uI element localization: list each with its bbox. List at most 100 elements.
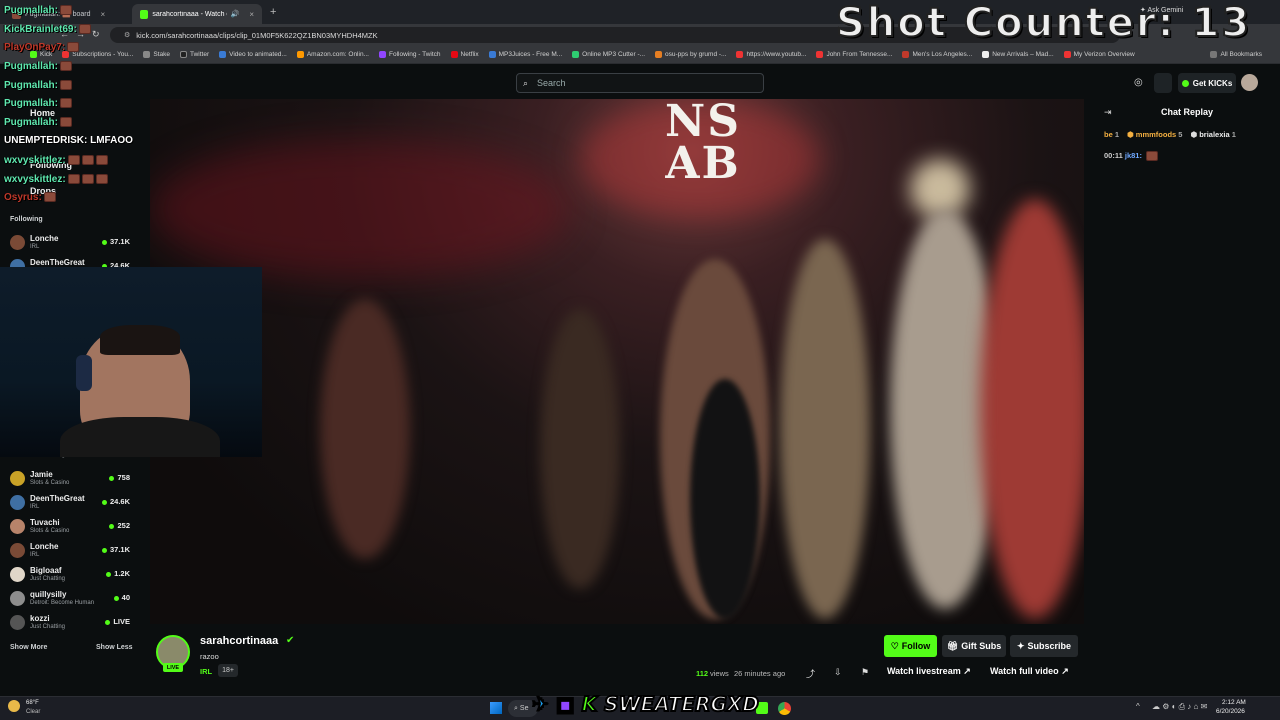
bookmark-item[interactable]: John From Tennesse... [816,51,892,58]
search-input[interactable]: ⌕ Search [516,73,764,93]
bookmark-item[interactable]: Following - Twitch [378,51,441,58]
weather-icon[interactable] [8,700,20,712]
message-user[interactable]: jk81: [1125,151,1142,160]
headset-icon [76,355,92,391]
bookmarks-bar: Kick Subscriptions - You... Stake Twitte… [0,46,1280,64]
emote-icon [1146,151,1159,162]
sidebar-channel[interactable]: DeenTheGreat IRL 24.6K [8,492,134,514]
subscribe-button[interactable]: ✦ Subscribe [1010,635,1078,657]
video-figure [780,239,870,619]
chat-panel: ⇥ Chat Replay be 1 ⬢ mmmfoods 5 ⬢ briale… [1094,99,1280,624]
gifter-name[interactable]: mmmfoods [1136,130,1176,139]
gift-icon: 🎁︎ [946,640,959,651]
rewards-icon[interactable]: ◎ [1134,77,1143,88]
bookmark-item[interactable]: https://www.youtub... [736,51,806,58]
gifter-name[interactable]: brialexia [1199,130,1229,139]
overlay-chat-line: Pugmallah: [4,5,72,16]
browser-tab-active[interactable]: sarahcortinaaa - Watch clip 🔊 × [132,4,262,24]
channel-name: quillysilly [30,590,67,599]
bookmark-favicon-icon [655,51,663,58]
emote-icon [67,174,80,185]
bookmark-item[interactable]: Video to animated... [219,51,287,58]
show-more-button[interactable]: Show More [10,644,47,651]
bookmark-item[interactable]: New Arrivals – Mad... [982,51,1054,58]
show-less-button[interactable]: Show Less [96,644,133,651]
bookmark-favicon-icon [816,51,824,58]
bookmark-favicon-icon [179,51,187,58]
heart-icon: ♡ [890,640,899,651]
bookmark-favicon-icon [488,51,496,58]
twitch-icon: ▣ [555,691,576,717]
emote-icon [81,155,94,166]
get-kicks-button[interactable]: Get KICKs [1178,73,1236,93]
watch-full-video-link[interactable]: Watch full video ↗ [990,666,1069,677]
sidebar-channel[interactable]: kozzi Just Chatting LIVE [8,612,134,634]
bookmark-item[interactable]: Online MP3 Cutter -... [572,51,645,58]
bookmark-item[interactable]: Men's Los Angeles... [902,51,972,58]
clock-date[interactable]: 6/20/2026 [1216,708,1245,715]
bookmark-item[interactable]: Twitter [179,51,209,58]
emote-icon [81,174,94,185]
sidebar-channel[interactable]: quillysilly Detroit: Become Human 40 [8,588,134,610]
sidebar-channel[interactable]: Lonche IRL 37.1K [8,232,134,254]
gifter-count: 1 [1114,130,1120,139]
bookmark-item[interactable]: Stake [143,51,170,58]
gifter-name[interactable]: be [1104,130,1113,139]
watch-livestream-link[interactable]: Watch livestream ↗ [887,666,971,677]
bookmark-item[interactable]: My Verizon Overview [1063,51,1135,58]
streamer-name[interactable]: sarahcortinaaa [200,635,278,647]
following-heading: Following [10,216,43,223]
speaker-icon[interactable]: 🔊 [231,10,240,18]
follow-button[interactable]: ♡ Follow [884,635,937,657]
clip-title: razoo [200,652,219,661]
sidebar-channel[interactable]: Tuvachi Slots & Casino 252 [8,516,134,538]
overlay-chat-line: PlayOnPay7: [4,42,80,53]
avatar [10,495,25,510]
viewer-count: 758 [109,473,130,482]
tray-chevron-icon[interactable]: ^ [1136,702,1140,711]
viewer-count: 37.1K [102,545,130,554]
search-icon: ⌕ [523,78,529,88]
new-tab-icon[interactable]: + [270,6,276,18]
bookmark-item[interactable]: osu-pps by grumd -... [655,51,726,58]
viewer-count: 40 [114,593,130,602]
all-bookmarks-button[interactable]: All Bookmarks [1210,51,1262,58]
site-info-icon[interactable]: ⚙ [124,31,130,39]
gift-subs-button[interactable]: 🎁︎ Gift Subs [942,635,1006,657]
bookmark-item[interactable]: Netflix [450,51,479,58]
windows-start-icon[interactable] [490,702,502,714]
inbox-icon[interactable] [1154,73,1172,93]
sidebar-channel[interactable]: Jamie Slots & Casino 758 [8,468,134,490]
share-icon[interactable]: ⤴ [806,667,815,680]
category-tag[interactable]: IRL [200,667,212,676]
close-icon[interactable]: × [249,10,254,19]
tab-label: sarahcortinaaa - Watch clip [152,10,226,18]
video-player[interactable]: NS AB [150,99,1084,624]
webcam-hair [100,325,180,355]
age-tag[interactable]: 18+ [218,664,238,677]
overlay-chat-line: Pugmallah: [4,61,72,72]
chrome-icon[interactable] [778,702,791,715]
clock-time[interactable]: 2:12 AM [1222,699,1246,706]
emote-icon [67,155,80,166]
sidebar-channel[interactable]: Lonche IRL 37.1K [8,540,134,562]
overlay-chat-line: KickBrainlet69: [4,24,91,35]
user-avatar[interactable] [1241,74,1258,91]
overlay-chat-line: Osyrus: [4,192,56,203]
sidebar-channel[interactable]: Bigloaaf Just Chatting 1.2K [8,564,134,586]
close-icon[interactable]: × [101,10,106,19]
report-icon[interactable]: ⚑ [861,667,869,678]
clip-info: LIVE sarahcortinaaa ✔ razoo IRL 18+ ♡ Fol… [150,629,1084,696]
search-placeholder: Search [537,78,566,88]
bookmark-item[interactable]: Amazon.com: Onlin... [296,51,369,58]
reload-icon[interactable]: ↻ [92,29,100,40]
overlay-chat-line: Pugmallah: [4,80,72,91]
views-label: views [710,669,729,678]
channel-name: Lonche [30,542,59,551]
tray-icons[interactable]: ☁ ⚙ ◐ ⎙ ♪ ⌂ ✉ [1152,702,1207,712]
emote-icon [59,5,72,16]
download-icon[interactable]: ⇩ [834,667,842,678]
bookmark-item[interactable]: MP3Juices - Free M... [488,51,562,58]
bookmark-favicon-icon [736,51,744,58]
weather-text: Clear [26,709,41,715]
